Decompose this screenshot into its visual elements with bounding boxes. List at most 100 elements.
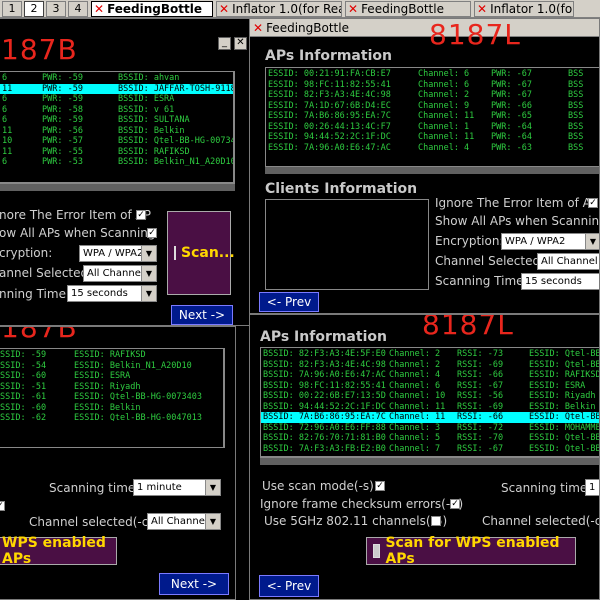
horizontal-scrollbar[interactable] bbox=[265, 166, 599, 174]
cell-essid: ESSID: 7A:96:A0:E6:47:AC bbox=[268, 142, 391, 153]
cell-channel: Channel: 2 bbox=[418, 90, 470, 100]
list-item[interactable]: SSID: -61 ESSID: Qtel-BB-HG-0073403 bbox=[0, 392, 223, 403]
cell-essid: ESSID: Qtel-BB-HG-0047013 bbox=[74, 413, 202, 423]
list-item[interactable]: 10 PWR: -57 BSSID: Qtel-BB-HG-007340 bbox=[0, 136, 233, 147]
list-item[interactable]: 6 PWR: -53 BSSID: Belkin_N1_A20D10 bbox=[0, 157, 233, 168]
task-feedingbottle-2[interactable]: ✕ FeedingBottle bbox=[345, 0, 471, 17]
channel-select[interactable]: All Channel ▼ bbox=[83, 265, 157, 282]
horizontal-scrollbar[interactable] bbox=[0, 183, 235, 191]
list-item[interactable]: 11 PWR: -55 BSSID: RAFIKSD bbox=[0, 147, 233, 158]
scan-wps-button[interactable]: Scan for WPS enabled APs bbox=[366, 535, 576, 567]
prev-button[interactable]: <- Prev bbox=[259, 575, 319, 597]
encryption-select[interactable]: WPA / WPA2 ▼ bbox=[501, 233, 599, 250]
next-button[interactable]: Next -> bbox=[159, 573, 229, 595]
next-button[interactable]: Next -> bbox=[171, 305, 233, 325]
prev-button[interactable]: <- Prev bbox=[259, 292, 319, 312]
list-item[interactable]: ESSID: 7A:1D:67:6B:D4:EC Channel: 9 PWR: -… bbox=[266, 101, 599, 112]
list-item[interactable]: SSID: -59 ESSID: RAFIKSD bbox=[0, 350, 223, 361]
list-item[interactable]: BSSID: 7A:F3:A3:FB:E2:B0 Channel: 7 RSSI: … bbox=[261, 444, 599, 455]
cell-pwr: PWR: -63 bbox=[491, 142, 532, 153]
list-item[interactable]: ESSID: 7A:96:A0:E6:47:AC Channel: 4 PWR: -… bbox=[266, 143, 599, 154]
cell-essid: ESSID: MOHAMMED bbox=[529, 422, 600, 433]
cell-pwr: PWR: -58 bbox=[42, 104, 83, 115]
checkbox[interactable]: ✓ bbox=[0, 501, 5, 511]
time-select[interactable]: 15 seconds ▼ bbox=[67, 285, 157, 302]
cell-bssid: BSS bbox=[568, 121, 584, 132]
list-item[interactable]: BSSID: 82:F3:A3:4E:5F:E0 Channel: 2 RSSI: … bbox=[261, 349, 599, 360]
list-item[interactable]: SSID: -60 ESSID: ESRA bbox=[0, 371, 223, 382]
list-item[interactable]: BSSID: 82:76:70:71:81:B0 Channel: 5 RSSI: … bbox=[261, 433, 599, 444]
list-item[interactable]: BSSID: 7A:96:A0:E6:47:AC Channel: 4 RSSI: … bbox=[261, 370, 599, 381]
show-all-checkbox[interactable]: ✓ bbox=[147, 228, 157, 238]
use-5ghz-checkbox[interactable] bbox=[431, 516, 441, 526]
ap-list[interactable]: SSID: -59 ESSID: RAFIKSD SSID: -54 ESSID: B… bbox=[0, 348, 225, 448]
list-item[interactable]: BSSID: 72:96:A0:E6:FF:88 Channel: 3 RSSI: … bbox=[261, 423, 599, 434]
list-item[interactable]: BSSID: 00:22:6B:E7:13:5D Channel: 10 RSSI:… bbox=[261, 391, 599, 402]
show-all-label: Show All APs when Scanning bbox=[435, 214, 600, 228]
cell-essid: ESSID: 98:FC:11:82:55:41 bbox=[268, 79, 391, 90]
ap-list[interactable]: BSSID: 82:F3:A3:4E:5F:E0 Channel: 2 RSSI: … bbox=[260, 347, 599, 457]
show-all-label: ow All APs when Scanning bbox=[0, 226, 156, 240]
minimize-button[interactable]: _ bbox=[218, 37, 231, 50]
list-item[interactable]: BSSID: 98:FC:11:82:55:41 Channel: 6 RSSI: … bbox=[261, 381, 599, 392]
workspace-3[interactable]: 3 bbox=[46, 0, 66, 17]
scan-mode-checkbox[interactable]: ✓ bbox=[375, 481, 385, 491]
horizontal-scrollbar[interactable] bbox=[260, 457, 599, 465]
close-icon: ✕ bbox=[94, 1, 105, 16]
cell-channel: Channel: 11 bbox=[418, 111, 475, 121]
list-item[interactable]: 6 PWR: -58 BSSID: v 61 bbox=[0, 105, 233, 116]
cell-essid: 6 bbox=[2, 73, 8, 83]
ignore-frame-checkbox[interactable]: ✓ bbox=[450, 499, 460, 509]
list-item[interactable]: BSSID: 82:F3:A3:4E:4C:98 Channel: 2 RSSI: … bbox=[261, 360, 599, 371]
cell-essid: ESSID: ESRA bbox=[74, 371, 131, 381]
channel-selected-select[interactable]: All Channel ▼ bbox=[147, 513, 221, 530]
desktop: 1 2 3 4 ✕ FeedingBottle ✕ Inflator 1.0(for… bbox=[0, 0, 600, 600]
close-icon[interactable]: ✕ bbox=[253, 21, 263, 35]
cell-essid: ESSID: 00:21:91:FA:CB:E7 bbox=[268, 69, 391, 79]
ap-list[interactable]: ESSID: 00:21:91:FA:CB:E7 Channel: 6 PWR: -… bbox=[265, 67, 599, 167]
list-item[interactable]: SSID: -51 ESSID: Riyadh bbox=[0, 382, 223, 393]
ap-list[interactable]: 6 PWR: -59 BSSID: ahvan 11 PWR: -59 BSSID: JA… bbox=[0, 71, 235, 183]
list-item[interactable]: SSID: -62 ESSID: Qtel-BB-HG-0047013 bbox=[0, 413, 223, 424]
ignore-error-checkbox[interactable]: ✓ bbox=[588, 198, 598, 208]
scanning-time-select[interactable]: 1 minute ▼ bbox=[133, 479, 221, 496]
list-item[interactable]: 6 PWR: -59 BSSID: ahvan bbox=[0, 73, 233, 84]
list-item[interactable]: BSSID: 7A:B6:86:95:EA:7C Channel: 11 RSSI:… bbox=[261, 412, 599, 423]
adapter-label: 8187L bbox=[429, 18, 521, 51]
list-item[interactable]: 6 PWR: -59 BSSID: ESRA bbox=[0, 94, 233, 105]
clients-section-title: Clients Information bbox=[265, 181, 418, 197]
list-item[interactable]: ESSID: 82:F3:A3:4E:4C:98 Channel: 2 PWR: -… bbox=[266, 90, 599, 101]
list-item[interactable]: BSSID: 94:44:52:2C:1F:DC Channel: 11 RSSI:… bbox=[261, 402, 599, 413]
scanning-time-select[interactable]: 1 m bbox=[585, 479, 599, 496]
close-button[interactable]: ✕ bbox=[234, 37, 247, 50]
workspace-1[interactable]: 1 bbox=[2, 0, 22, 17]
cell-essid: ESSID: Riyadh bbox=[529, 391, 596, 401]
list-item[interactable]: SSID: -54 ESSID: Belkin_N1_A20D10 bbox=[0, 361, 223, 372]
task-feedingbottle-1[interactable]: ✕ FeedingBottle bbox=[91, 0, 213, 17]
encryption-select[interactable]: WPA / WPA2 ▼ bbox=[79, 245, 157, 262]
list-item[interactable]: SSID: -60 ESSID: Belkin bbox=[0, 403, 223, 414]
clients-list[interactable] bbox=[265, 199, 429, 290]
time-select[interactable]: 15 seconds bbox=[521, 273, 599, 290]
list-item[interactable]: 6 PWR: -59 BSSID: SULTANA bbox=[0, 115, 233, 126]
task-inflator-2[interactable]: ✕Inflator 1.0(for Rea... bbox=[474, 0, 574, 17]
list-item[interactable]: ESSID: 98:FC:11:82:55:41 Channel: 6 PWR: -… bbox=[266, 80, 599, 91]
list-item[interactable]: 11 PWR: -56 BSSID: Belkin bbox=[0, 126, 233, 137]
scan-wps-button[interactable]: WPS enabled APs bbox=[0, 535, 117, 567]
task-inflator-1[interactable]: ✕Inflator 1.0(for Rea... bbox=[216, 0, 342, 17]
list-item[interactable]: ESSID: 00:21:91:FA:CB:E7 Channel: 6 PWR: -… bbox=[266, 69, 599, 80]
cell-rssi: RSSI: -73 bbox=[457, 349, 504, 359]
cell-bssid: BSSID: 82:76:70:71:81:B0 bbox=[263, 433, 386, 443]
workspace-2[interactable]: 2 bbox=[24, 0, 44, 17]
channel-select[interactable]: All Channel bbox=[537, 253, 599, 270]
scan-button[interactable]: Scan... bbox=[167, 211, 235, 295]
workspace-4[interactable]: 4 bbox=[68, 0, 88, 17]
ignore-error-checkbox[interactable]: ✓ bbox=[136, 210, 146, 220]
list-item[interactable]: ESSID: 94:44:52:2C:1F:DC Channel: 11 PWR: … bbox=[266, 132, 599, 143]
list-item[interactable]: 11 PWR: -59 BSSID: JAFFAR-TOSH-91180 bbox=[0, 83, 233, 94]
cell-bssid: BSSID: 7A:F3:A3:FB:E2:B0 bbox=[263, 443, 386, 454]
cell-pwr: PWR: -55 bbox=[42, 146, 83, 157]
list-item[interactable]: ESSID: 00:26:44:13:4C:F7 Channel: 1 PWR: -… bbox=[266, 122, 599, 133]
cell-bssid: BSS bbox=[568, 132, 584, 142]
list-item[interactable]: ESSID: 7A:B6:86:95:EA:7C Channel: 11 PWR: … bbox=[266, 111, 599, 122]
